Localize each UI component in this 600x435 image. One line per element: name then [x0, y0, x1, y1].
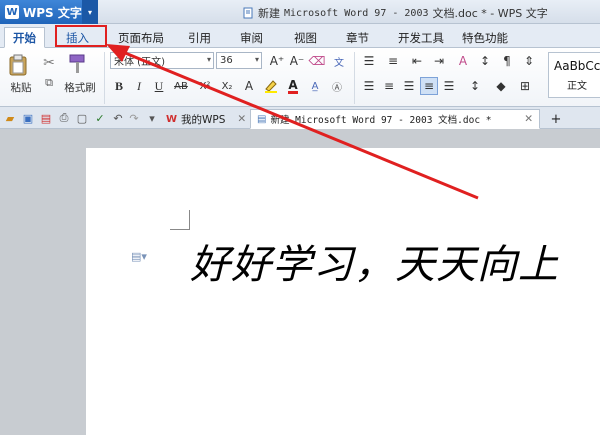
window-title: 新建 Microsoft Word 97 - 2003 文档.doc * - W… [242, 5, 548, 21]
font-name-combo[interactable]: 宋体 (正文) ▾ [110, 52, 214, 69]
print-preview-icon[interactable]: ▢ [74, 110, 90, 126]
document-body-text[interactable]: 好好学习，天天向上 [190, 232, 559, 290]
margin-corner-mark [170, 210, 190, 230]
doc-tab-current[interactable]: ▤ 新建 Microsoft Word 97 - 2003 文档.doc * ✕ [250, 109, 540, 129]
plus-icon[interactable]: + [548, 111, 564, 127]
shading-icon[interactable]: ◆ [492, 77, 510, 95]
save-icon[interactable]: ▣ [20, 110, 36, 126]
font-color-glyph: A [288, 77, 298, 94]
sort-icon[interactable]: ↕ [476, 52, 494, 70]
borders-icon[interactable]: ⊞ [516, 77, 534, 95]
tab-special-features[interactable]: 特色功能 [454, 27, 516, 48]
title-bar: W WPS 文字 ▾ 新建 Microsoft Word 97 - 2003 文… [0, 0, 600, 24]
doc-icon: ▤ [257, 113, 267, 125]
spellcheck-icon[interactable]: ✓ [92, 110, 108, 126]
highlighter-icon [265, 80, 277, 93]
increase-indent-icon[interactable]: ⇥ [430, 52, 448, 70]
phonetic-guide-icon[interactable]: 文 [330, 52, 348, 70]
title-main: Microsoft Word 97 - 2003 [284, 7, 429, 19]
highlight-box [55, 25, 107, 47]
tab-review[interactable]: 审阅 [232, 27, 271, 48]
customize-dropdown-icon[interactable]: ▾ [144, 110, 160, 126]
font-color-button[interactable]: A [284, 77, 302, 95]
wps-logo-icon: W [5, 5, 19, 19]
clear-format-icon[interactable]: ⌫ [308, 52, 326, 70]
align-right-icon[interactable]: ☰ [400, 77, 418, 95]
wps-window: W WPS 文字 ▾ 新建 Microsoft Word 97 - 2003 文… [0, 0, 600, 435]
subscript-button[interactable]: X₂ [218, 77, 236, 95]
close-icon[interactable]: ✕ [524, 113, 533, 125]
title-prefix: 新建 [258, 7, 280, 20]
ribbon-separator [104, 52, 105, 104]
paste-button[interactable] [6, 52, 30, 78]
document-tabs-bar: ▰ ▣ ▤ ⎙ ▢ ✓ ↶ ↷ ▾ W 我的WPS ✕ ▤ 新建 Microso… [0, 107, 600, 129]
app-menu-dropdown-icon[interactable]: ▾ [82, 0, 98, 24]
chevron-down-icon: ▾ [254, 55, 259, 64]
justify-icon[interactable]: ≡ [420, 77, 438, 95]
doc-tab-label: 新建 Microsoft Word 97 - 2003 文档.doc * [270, 115, 492, 126]
line-spacing-icon[interactable]: ↕ [466, 77, 484, 95]
format-painter-button[interactable] [66, 52, 88, 76]
decrease-indent-icon[interactable]: ⇤ [408, 52, 426, 70]
bullets-icon[interactable]: ☰ [360, 52, 378, 70]
tab-section[interactable]: 章节 [338, 27, 377, 48]
distributed-icon[interactable]: ☰ [440, 77, 458, 95]
ribbon-separator [354, 52, 355, 104]
text-effect-icon[interactable]: A [240, 77, 258, 95]
font-name-value: 宋体 (正文) [114, 57, 165, 68]
document-page[interactable] [86, 148, 600, 435]
open-icon[interactable]: ▰ [2, 110, 18, 126]
format-painter-label[interactable]: 格式刷 [60, 80, 100, 94]
font-size-combo[interactable]: 36 ▾ [216, 52, 262, 69]
redo-icon[interactable]: ↷ [126, 110, 142, 126]
print-icon[interactable]: ⎙ [56, 110, 72, 126]
doc-tab-mywps[interactable]: W 我的WPS ✕ [160, 109, 252, 129]
ribbon-home: 粘贴 ✂ ⧉ 格式刷 宋体 (正文) ▾ 36 ▾ A⁺ A⁻ ⌫ 文 B I … [0, 48, 600, 107]
italic-button[interactable]: I [130, 77, 148, 95]
undo-icon[interactable]: ↶ [110, 110, 126, 126]
chevron-down-icon: ▾ [206, 55, 211, 64]
tab-view[interactable]: 视图 [286, 27, 325, 48]
close-icon[interactable]: ✕ [237, 113, 246, 125]
doc-tab-label: 我的WPS [181, 113, 226, 126]
app-name: WPS 文字 [23, 5, 82, 20]
cut-icon[interactable]: ✂ [40, 54, 58, 72]
wps-icon: W [166, 113, 178, 125]
strikethrough-button[interactable]: AB [172, 77, 190, 95]
numbering-icon[interactable]: ≡ [384, 52, 402, 70]
style-name: 正文 [567, 81, 587, 92]
show-marks-icon[interactable]: ¶ [498, 52, 516, 70]
line-spacing-icon[interactable]: ⇕ [520, 52, 538, 70]
shrink-font-button[interactable]: A⁻ [288, 52, 306, 70]
tab-home[interactable]: 开始 [4, 27, 45, 48]
underline-button[interactable]: U [150, 77, 168, 95]
superscript-button[interactable]: X² [196, 77, 214, 95]
char-border-icon[interactable]: A̲ [306, 77, 324, 95]
enclose-char-icon[interactable]: Ⓐ [328, 77, 346, 95]
clipboard-icon [9, 54, 27, 76]
brush-icon [69, 54, 85, 73]
tab-references[interactable]: 引用 [180, 27, 219, 48]
copy-icon[interactable]: ⧉ [40, 75, 58, 91]
tab-page-layout[interactable]: 页面布局 [110, 27, 172, 48]
font-size-value: 36 [220, 55, 233, 66]
align-left-icon[interactable]: ☰ [360, 77, 378, 95]
align-center-icon[interactable]: ≡ [380, 77, 398, 95]
style-sample: AaBbCc [554, 59, 600, 73]
styles-gallery[interactable]: AaBbCc 正文 [548, 52, 600, 98]
highlight-color-button[interactable] [262, 77, 280, 95]
paste-label[interactable]: 粘贴 [4, 80, 38, 94]
tab-developer[interactable]: 开发工具 [390, 27, 452, 48]
paragraph-handle-icon[interactable]: ▤▾ [131, 250, 147, 263]
grow-font-button[interactable]: A⁺ [268, 52, 286, 70]
bold-button[interactable]: B [110, 77, 128, 95]
document-icon [243, 7, 253, 19]
app-menu-button[interactable]: W WPS 文字 ▾ [0, 0, 98, 24]
chinese-layout-icon[interactable]: A [454, 52, 472, 70]
pdf-icon[interactable]: ▤ [38, 110, 54, 126]
title-suffix: 文档.doc * - WPS 文字 [432, 7, 548, 20]
